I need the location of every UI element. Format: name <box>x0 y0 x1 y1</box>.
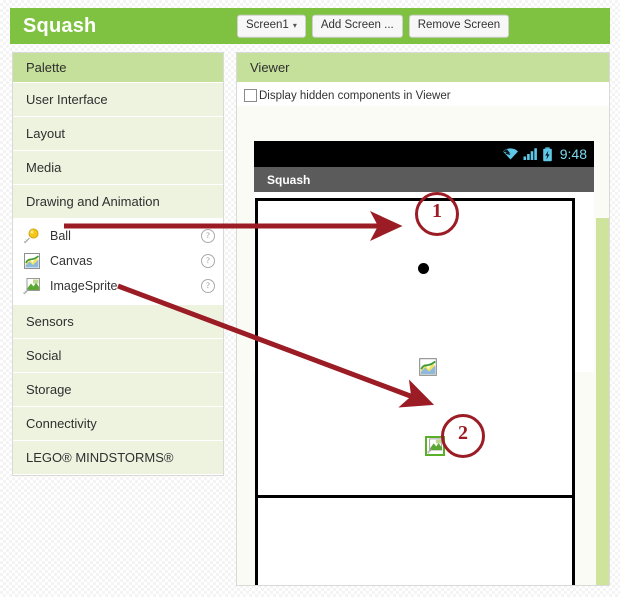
annotation-badge-1: 1 <box>415 192 459 236</box>
palette-item-label: Canvas <box>50 253 93 268</box>
viewer-panel: Viewer Display hidden components in View… <box>236 52 610 586</box>
add-screen-button[interactable]: Add Screen ... <box>311 14 403 38</box>
status-bar-time: 9:48 <box>559 146 587 162</box>
palette-item-label: ImageSprite <box>50 278 118 293</box>
app-top-bar: Squash Screen1 ▾ Add Screen ... Remove Sc… <box>10 8 610 44</box>
screen-select-label: Screen1 <box>246 18 289 31</box>
screen-toolbar: Screen1 ▾ Add Screen ... Remove Screen <box>237 14 510 38</box>
phone-title-bar: Squash <box>254 167 594 192</box>
palette-item-ball[interactable]: Ball ? <box>13 223 223 248</box>
palette-category-sensors[interactable]: Sensors <box>13 305 223 339</box>
canvas-icon <box>23 252 41 270</box>
help-icon[interactable]: ? <box>201 253 215 268</box>
palette-category-storage[interactable]: Storage <box>13 373 223 407</box>
palette-category-social[interactable]: Social <box>13 339 223 373</box>
display-hidden-components-label: Display hidden components in Viewer <box>259 89 451 102</box>
palette-panel: Palette User Interface Layout Media Draw… <box>12 52 224 476</box>
palette-item-imagesprite[interactable]: ImageSprite ? <box>13 273 223 298</box>
ball-component[interactable] <box>418 263 429 274</box>
canvas-icon[interactable] <box>418 357 438 377</box>
annotation-badge-2: 2 <box>441 414 485 458</box>
battery-icon <box>542 146 553 162</box>
palette-category-connectivity[interactable]: Connectivity <box>13 407 223 441</box>
display-hidden-components-row: Display hidden components in Viewer <box>237 83 609 106</box>
chevron-down-icon: ▾ <box>292 20 297 30</box>
ball-icon <box>23 227 41 245</box>
palette-component-list: Ball ? Canvas ? ImageSprite ? <box>13 219 223 305</box>
display-hidden-components-checkbox[interactable] <box>244 89 257 102</box>
palette-category-media[interactable]: Media <box>13 151 223 185</box>
phone-mockup: 9:48 Squash <box>254 141 609 585</box>
screen-select-dropdown[interactable]: Screen1 ▾ <box>237 14 306 38</box>
palette-category-lego-mindstorms[interactable]: LEGO® MINDSTORMS® <box>13 441 223 475</box>
canvas-component[interactable] <box>255 198 575 498</box>
imagesprite-icon <box>23 277 41 295</box>
wifi-icon <box>502 147 519 161</box>
help-icon[interactable]: ? <box>201 278 215 293</box>
palette-item-label: Ball <box>50 228 71 243</box>
palette-category-layout[interactable]: Layout <box>13 117 223 151</box>
app-title: Squash <box>23 14 97 37</box>
palette-category-user-interface[interactable]: User Interface <box>13 83 223 117</box>
help-icon[interactable]: ? <box>201 228 215 243</box>
phone-title-bar-text: Squash <box>267 172 311 187</box>
viewer-header: Viewer <box>237 53 609 83</box>
remove-screen-button[interactable]: Remove Screen <box>408 14 510 38</box>
palette-header: Palette <box>13 53 223 83</box>
phone-form-empty-area[interactable] <box>255 498 575 585</box>
viewer-body: Display hidden components in Viewer 9:48… <box>237 83 609 585</box>
palette-category-drawing-and-animation[interactable]: Drawing and Animation <box>13 185 223 219</box>
signal-icon <box>523 147 538 161</box>
palette-item-canvas[interactable]: Canvas ? <box>13 248 223 273</box>
phone-status-bar: 9:48 <box>254 141 594 167</box>
viewer-vertical-scrollbar[interactable] <box>596 218 609 585</box>
